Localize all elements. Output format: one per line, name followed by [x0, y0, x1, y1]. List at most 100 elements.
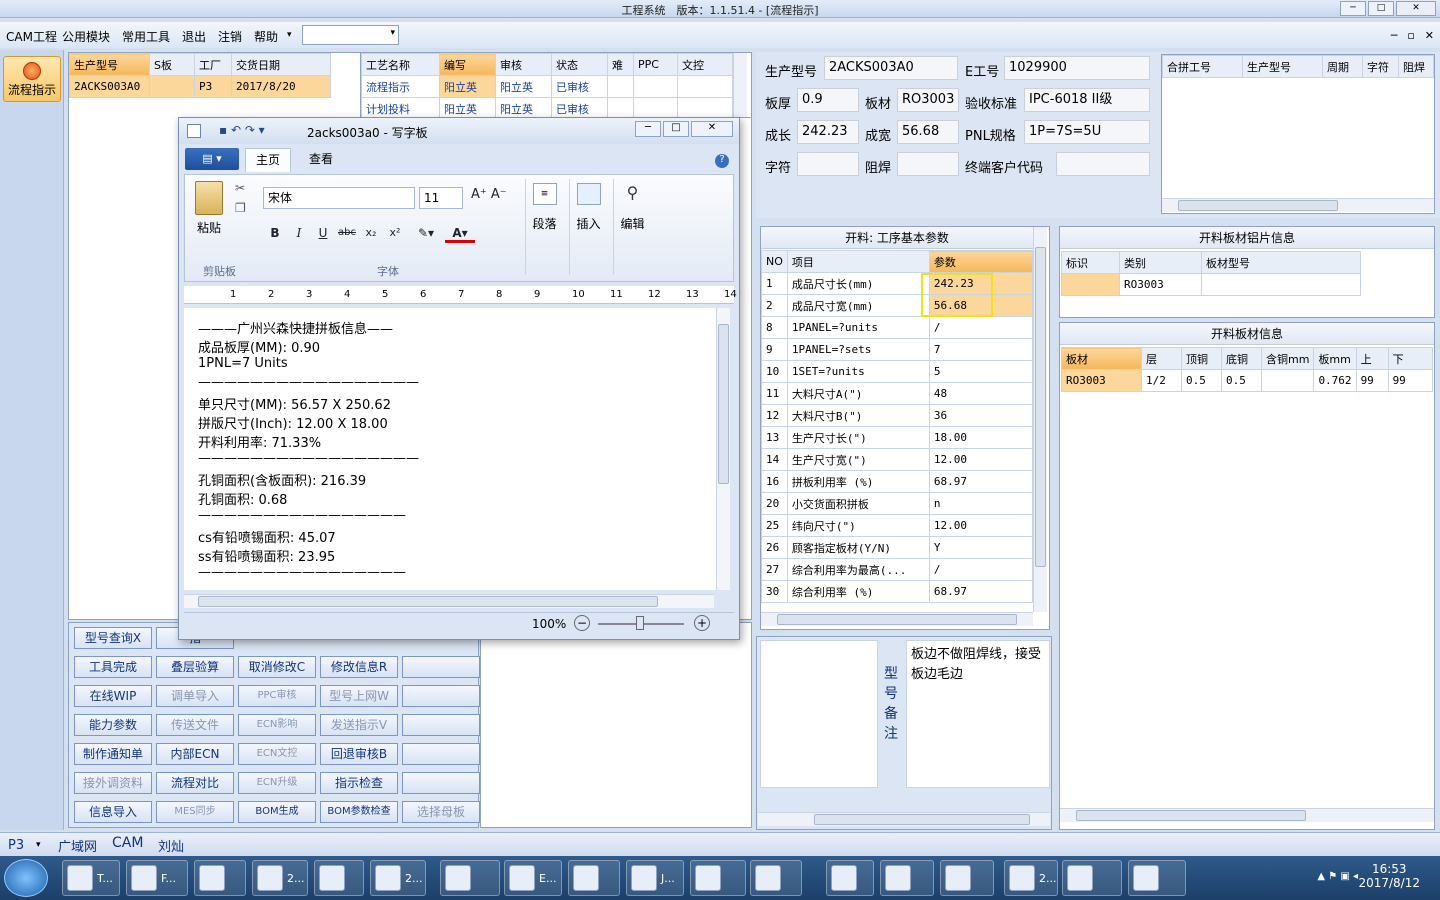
table-row[interactable]: 12 大料尺寸B(") 36: [761, 404, 1034, 427]
table-row[interactable]: 流程指示 阳立英 阳立英 已审核: [361, 75, 733, 98]
col-char[interactable]: 字符: [1362, 55, 1399, 78]
menu-common[interactable]: 公用模块: [62, 28, 110, 45]
paste-icon[interactable]: [195, 181, 223, 215]
underline-icon[interactable]: U: [313, 223, 333, 243]
action-button[interactable]: ECN影响: [238, 714, 316, 736]
col-mark[interactable]: 标识: [1061, 251, 1120, 274]
col-ppc[interactable]: PPC: [633, 53, 678, 76]
table-row[interactable]: 25 纬向尺寸(") 12.00: [761, 514, 1034, 537]
action-button[interactable]: 制作通知单: [74, 743, 152, 765]
document-area[interactable]: ———广州兴森快捷拼板信息—— 成品板厚(MM): 0.90 1PNL=7 Unit…: [184, 308, 724, 590]
col-merge[interactable]: 合拼工号: [1162, 55, 1243, 78]
col-prod[interactable]: 生产型号: [1242, 55, 1323, 78]
action-button[interactable]: 发送指示V: [320, 714, 398, 736]
action-button[interactable]: 回退审核B: [320, 743, 398, 765]
action-button[interactable]: [402, 656, 480, 678]
taskbar-item[interactable]: E...: [504, 860, 562, 896]
bold-icon[interactable]: B: [265, 223, 285, 243]
font-color-icon[interactable]: A▾: [445, 223, 475, 243]
col-writer[interactable]: 编写: [439, 53, 496, 76]
cut-icon[interactable]: ✂: [235, 181, 245, 195]
action-button[interactable]: 型号上网W: [320, 685, 398, 707]
menu-tools[interactable]: 常用工具: [122, 28, 170, 45]
table-row[interactable]: 8 1PANEL=?units /: [761, 316, 1034, 339]
table-row[interactable]: RO3003: [1061, 273, 1361, 296]
action-button[interactable]: PPC审核: [238, 685, 316, 707]
grow-font-icon[interactable]: A⁺ A⁻: [471, 187, 507, 202]
table-row[interactable]: 14 生产尺寸宽(") 12.00: [761, 448, 1034, 471]
maximize-button[interactable]: □: [1368, 1, 1394, 16]
table-row[interactable]: 30 综合利用率 (%) 68.97: [761, 580, 1034, 603]
menu-help[interactable]: 帮助: [254, 28, 278, 45]
col-layer[interactable]: 层: [1141, 347, 1182, 370]
zoom-out-icon[interactable]: −: [574, 615, 590, 631]
col-no[interactable]: NO: [761, 250, 788, 273]
edit-button[interactable]: ⚲ 编辑: [613, 179, 651, 275]
taskbar-item[interactable]: 2...: [370, 860, 426, 896]
mdi-minimize[interactable]: ─: [1391, 29, 1398, 42]
cust-field[interactable]: [1056, 152, 1150, 176]
col-bottom[interactable]: 底铜: [1221, 347, 1262, 370]
col-prod[interactable]: 生产型号: [69, 53, 150, 76]
taskbar-item[interactable]: F...: [126, 860, 188, 896]
wp-close-button[interactable]: ✕: [691, 121, 733, 137]
table-row[interactable]: 9 1PANEL=?sets 7: [761, 338, 1034, 361]
menu-combo[interactable]: ▾: [302, 25, 399, 45]
col-reviewer[interactable]: 审核: [495, 53, 552, 76]
action-button[interactable]: MES同步: [156, 801, 234, 823]
action-button[interactable]: ECN文控: [238, 743, 316, 765]
copy-icon[interactable]: ❐: [235, 201, 246, 215]
board-hscroll[interactable]: [1060, 808, 1434, 822]
col-param[interactable]: 参数: [928, 250, 1034, 273]
action-button[interactable]: 调单导入: [156, 685, 234, 707]
taskbar-item[interactable]: [1128, 860, 1186, 896]
table-row[interactable]: 20 小交货面积拼板 n: [761, 492, 1034, 515]
menu-cam[interactable]: CAM工程: [6, 28, 57, 45]
col-item[interactable]: 项目: [786, 250, 930, 273]
ruler[interactable]: 1 2 3 4 5 6 7 8 9 10 11 12 13 14: [184, 286, 737, 304]
prod-field[interactable]: 2ACKS003A0: [824, 56, 958, 80]
col-s[interactable]: S板: [149, 53, 195, 76]
action-button[interactable]: 接外调资料: [74, 772, 152, 794]
mdi-restore[interactable]: ▫: [1407, 29, 1414, 42]
paste-label[interactable]: 粘贴: [197, 219, 221, 236]
col-doc[interactable]: 文控: [677, 53, 733, 76]
font-family-select[interactable]: 宋体: [263, 187, 415, 209]
clock-date[interactable]: 2017/8/12: [1358, 876, 1420, 890]
table-row[interactable]: 27 综合利用率为最高(... /: [761, 558, 1034, 581]
tray-icons[interactable]: ▲ ⚑ ▣ ◂: [1317, 871, 1358, 882]
action-button[interactable]: BOM生成: [238, 801, 316, 823]
action-button[interactable]: BOM参数检查: [320, 801, 398, 823]
superscript-icon[interactable]: x²: [385, 223, 405, 243]
action-button[interactable]: 传送文件: [156, 714, 234, 736]
table-row[interactable]: 10 1SET=?units 5: [761, 360, 1034, 383]
table-row[interactable]: 13 生产尺寸长(") 18.00: [761, 426, 1034, 449]
col-mask[interactable]: 阻焊: [1398, 55, 1434, 78]
close-button[interactable]: ✕: [1396, 1, 1436, 16]
taskbar-item[interactable]: [568, 860, 620, 896]
mat-field[interactable]: RO3003: [897, 88, 959, 112]
taskbar-item[interactable]: [880, 860, 934, 896]
taskbar-item[interactable]: T...: [62, 860, 120, 896]
qat-icons[interactable]: ▪ ↶ ↷ ▾: [219, 123, 265, 137]
col-date[interactable]: 交货日期: [231, 53, 331, 76]
clock-time[interactable]: 16:53: [1358, 862, 1420, 876]
action-button[interactable]: 内部ECN: [156, 743, 234, 765]
action-button[interactable]: 信息导入: [74, 801, 152, 823]
menu-exit[interactable]: 退出: [182, 28, 206, 45]
taskbar-item[interactable]: [194, 860, 246, 896]
taskbar-item[interactable]: 2...: [1004, 860, 1058, 896]
col-cu[interactable]: 含铜mm: [1260, 347, 1315, 370]
chevron-down-icon[interactable]: ▾: [287, 30, 292, 40]
action-button[interactable]: 指示检查: [320, 772, 398, 794]
table-row[interactable]: RO3003 1/2 0.5 0.5 0.762 99 99: [1061, 369, 1434, 392]
col-model[interactable]: 板材型号: [1201, 251, 1361, 274]
start-button[interactable]: [4, 859, 48, 897]
help-icon[interactable]: ?: [715, 154, 729, 168]
action-button[interactable]: [402, 743, 480, 765]
table-row[interactable]: 11 大料尺寸A(") 48: [761, 382, 1034, 405]
taskbar-item[interactable]: [690, 860, 746, 896]
len-field[interactable]: 242.23: [797, 120, 859, 144]
col-up[interactable]: 上: [1355, 347, 1389, 370]
col-cycle[interactable]: 周期: [1322, 55, 1363, 78]
